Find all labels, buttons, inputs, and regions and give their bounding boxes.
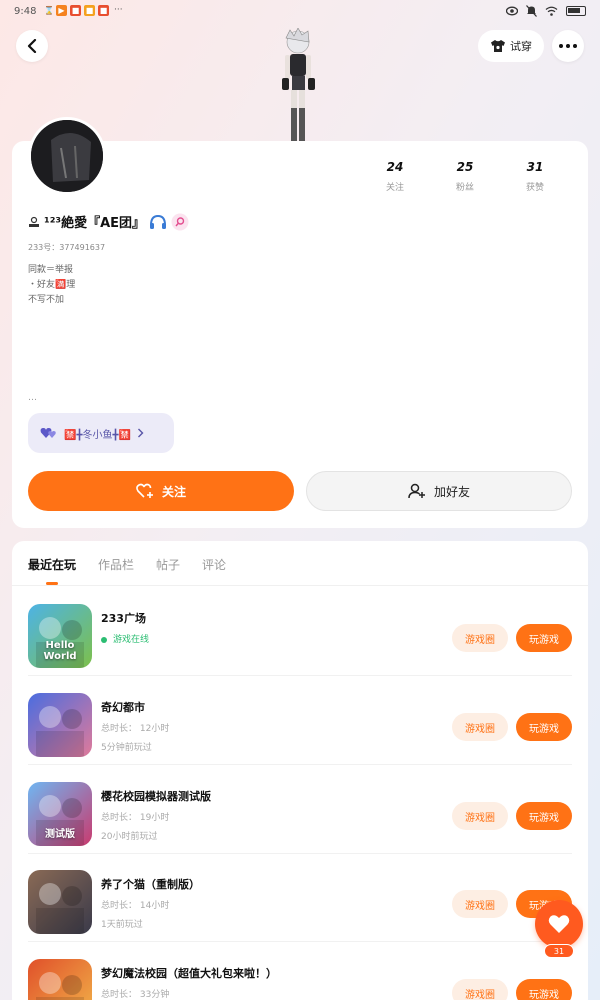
stat-following[interactable]: 24 关注 <box>360 160 430 193</box>
add-user-icon <box>408 483 425 499</box>
row-divider <box>28 764 572 765</box>
game-name: 梦幻魔法校园（超值大礼包来啦！） <box>101 967 277 980</box>
user-id[interactable]: 233号：377491637 <box>28 242 105 253</box>
play-game-button[interactable]: 玩游戏 <box>516 624 572 652</box>
nickname-row: ¹²³絶愛『AE团』 <box>28 212 189 231</box>
game-total-time: 总时长： 19小时 <box>101 813 170 823</box>
chevron-right-icon <box>137 428 144 438</box>
fan-group-pill[interactable]: 🈲╋冬小鱼╋🈲 <box>28 413 174 453</box>
add-friend-label: 加好友 <box>433 484 470 499</box>
app-icon-4: ■ <box>98 5 109 16</box>
game-icon-label: 测试版 <box>45 829 75 840</box>
game-name: 养了个猫（重制版） <box>101 878 200 891</box>
row-divider <box>28 675 572 676</box>
stat-following-value: 24 <box>386 160 404 174</box>
play-game-button[interactable]: 玩游戏 <box>516 979 572 1000</box>
tabs-divider <box>12 585 588 586</box>
status-app-icons: ⌛ ▶ ■ ■ ■ ··· <box>44 5 123 16</box>
stat-fans-label: 粉丝 <box>455 183 474 193</box>
stat-fans-value: 25 <box>456 160 474 174</box>
profile-tabs: 最近在玩 作品栏 帖子 评论 <box>28 556 226 573</box>
game-last-played: 20小时前玩过 <box>101 832 158 842</box>
try-on-button[interactable]: 试穿 <box>478 30 544 62</box>
row-divider <box>28 941 572 942</box>
game-row[interactable]: 测试版 樱花校园模拟器测试版 总时长： 19小时 20小时前玩过 游戏圈 玩游戏 <box>12 766 588 854</box>
character-figure[interactable] <box>264 28 328 142</box>
game-icon[interactable]: 测试版 <box>28 782 92 846</box>
tshirt-icon <box>491 40 505 52</box>
game-circle-button[interactable]: 游戏圈 <box>452 890 508 918</box>
tab-posts[interactable]: 帖子 <box>156 556 180 573</box>
nickname: ¹²³絶愛『AE团』 <box>44 216 146 231</box>
game-total-time: 总时长： 14小时 <box>101 901 170 911</box>
tab-works[interactable]: 作品栏 <box>98 556 134 573</box>
wifi-icon <box>545 6 558 16</box>
stat-likes-label: 获赞 <box>525 183 544 193</box>
bio-more[interactable]: … <box>28 393 37 403</box>
game-icon[interactable] <box>28 870 92 934</box>
game-total-time: 总时长： 12小时 <box>101 724 170 734</box>
app-icon-2: ■ <box>70 5 81 16</box>
user-avatar[interactable] <box>28 117 106 195</box>
stat-likes[interactable]: 31 获赞 <box>500 160 570 193</box>
play-game-button[interactable]: 玩游戏 <box>516 802 572 830</box>
game-icon[interactable] <box>28 693 92 757</box>
game-online-status: 游戏在线 <box>101 632 149 645</box>
eye-icon <box>506 6 518 16</box>
try-on-label: 试穿 <box>510 40 532 53</box>
game-name: 奇幻都市 <box>101 701 145 714</box>
game-circle-button[interactable]: 游戏圈 <box>452 713 508 741</box>
back-arrow-icon <box>27 39 37 53</box>
status-more-icon: ··· <box>114 5 123 15</box>
headphones-icon <box>150 214 167 229</box>
tab-comments[interactable]: 评论 <box>202 556 226 573</box>
game-row[interactable]: 梦幻魔法校园（超值大礼包来啦！） 总时长： 33分钟 游戏圈 玩游戏 <box>12 943 588 1000</box>
play-game-button[interactable]: 玩游戏 <box>516 713 572 741</box>
game-circle-button[interactable]: 游戏圈 <box>452 979 508 1000</box>
game-row[interactable]: Hello World 233广场游戏在线 游戏圈 玩游戏 <box>12 588 588 676</box>
follow-label: 关注 <box>161 484 186 499</box>
online-dot-icon <box>101 636 107 643</box>
badge-icon[interactable] <box>171 213 189 231</box>
stat-following-label: 关注 <box>385 183 404 193</box>
hearts-icon <box>40 428 56 438</box>
app-icon-1: ▶ <box>56 5 67 16</box>
game-last-played: 1天前玩过 <box>101 920 143 930</box>
stat-fans[interactable]: 25 粉丝 <box>430 160 500 193</box>
follow-button[interactable]: 关注 <box>28 471 294 511</box>
game-row[interactable]: 养了个猫（重制版）总时长： 14小时1天前玩过游戏圈玩游戏 <box>12 854 588 942</box>
game-icon[interactable] <box>28 959 92 1000</box>
status-time: 9:48 <box>14 6 37 17</box>
game-circle-button[interactable]: 游戏圈 <box>452 802 508 830</box>
user-bio: 同款＝举报 ・好友🈵理 不写不加 <box>28 265 76 305</box>
game-icon-label: Hello World <box>43 640 77 662</box>
tab-recently-played[interactable]: 最近在玩 <box>28 556 76 573</box>
game-name: 樱花校园模拟器测试版 <box>101 790 211 803</box>
status-right <box>506 5 586 17</box>
floating-like-count: 31 <box>544 944 574 958</box>
game-circle-button[interactable]: 游戏圈 <box>452 624 508 652</box>
stat-likes-value: 31 <box>526 160 544 174</box>
floating-like-button[interactable] <box>535 900 583 948</box>
profile-stats: 24 关注 25 粉丝 31 获赞 <box>360 160 570 193</box>
more-options-button[interactable] <box>552 30 584 62</box>
more-dots-icon <box>559 44 577 48</box>
back-button[interactable] <box>16 30 48 62</box>
game-last-played: 5分钟前玩过 <box>101 743 152 753</box>
nickname-prefix-icon <box>29 216 39 227</box>
mute-bell-icon <box>526 5 537 17</box>
status-bar: 9:48 ⌛ ▶ ■ ■ ■ ··· <box>0 0 600 24</box>
game-total-time: 总时长： 33分钟 <box>101 990 170 1000</box>
battery-icon <box>566 6 586 16</box>
fan-group-label: 🈲╋冬小鱼╋🈲 <box>64 429 131 441</box>
profile-card <box>12 141 588 528</box>
add-friend-button[interactable]: 加好友 <box>306 471 572 511</box>
heart-plus-icon <box>136 483 153 498</box>
game-name: 233广场 <box>101 612 146 625</box>
app-icon-3: ■ <box>84 5 95 16</box>
hourglass-icon: ⌛ <box>44 6 54 15</box>
heart-icon <box>548 915 570 933</box>
game-icon[interactable]: Hello World <box>28 604 92 668</box>
game-row[interactable]: 奇幻都市总时长： 12小时 5分钟前玩过 游戏圈 玩游戏 <box>12 677 588 765</box>
